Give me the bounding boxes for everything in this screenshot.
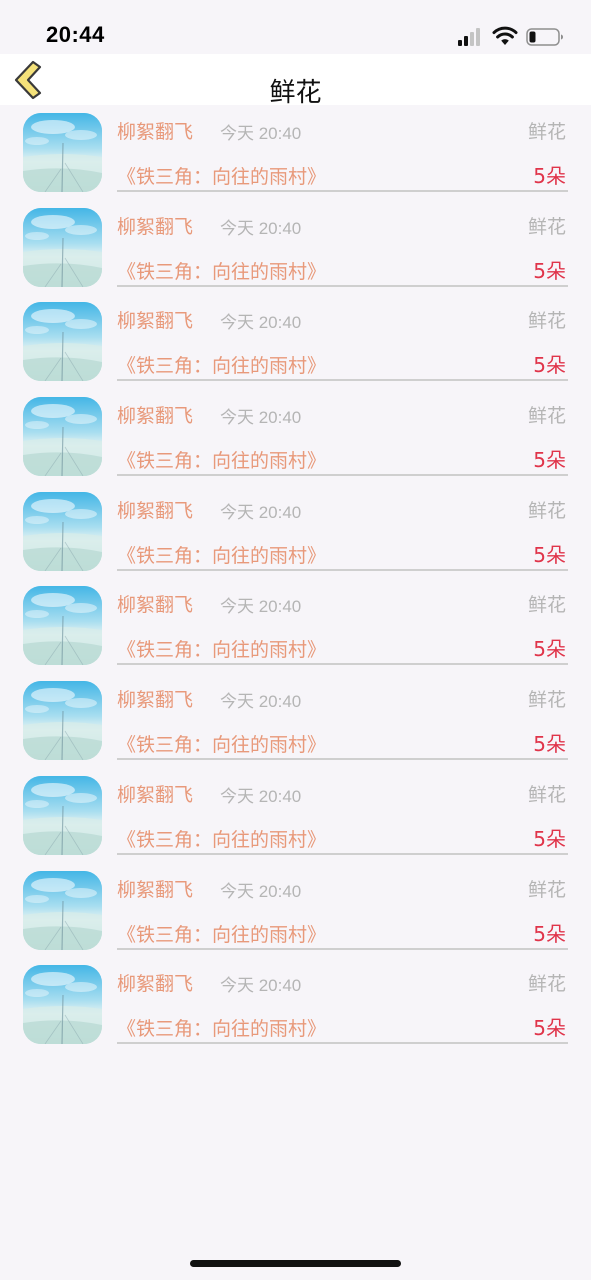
avatar <box>23 397 102 477</box>
gift-count: 5朵 <box>533 164 566 188</box>
book-title: 《铁三角：向往的雨村》 <box>117 355 327 378</box>
home-indicator <box>190 1260 401 1267</box>
timestamp: 今天 20:40 <box>220 597 302 617</box>
list-item[interactable]: 柳絮翻飞 今天 20:40 鲜花《铁三角：向往的雨村》 5朵 <box>0 768 591 863</box>
timestamp: 今天 20:40 <box>220 502 302 522</box>
gift-count: 5朵 <box>533 542 566 567</box>
book-title: 《铁三角：向往的雨村》 <box>117 734 327 757</box>
list-item[interactable]: 柳絮翻飞 今天 20:40 鲜花《铁三角：向往的雨村》 5朵 <box>0 578 591 673</box>
wifi-icon <box>492 26 518 45</box>
username: 柳絮翻飞 <box>117 499 194 522</box>
list-item[interactable]: 柳絮翻飞 今天 20:40 鲜花《铁三角：向往的雨村》 5朵 <box>0 294 591 389</box>
status-bar: 20:44 <box>0 0 591 54</box>
avatar <box>23 870 102 950</box>
gift-count: 5朵 <box>533 637 566 662</box>
username: 柳絮翻飞 <box>117 121 194 143</box>
timestamp: 今天 20:40 <box>220 692 302 712</box>
divider <box>117 947 568 950</box>
avatar <box>23 586 102 666</box>
avatar <box>23 681 102 761</box>
gift-count: 5朵 <box>533 921 566 946</box>
gift-type: 鲜花 <box>527 878 566 901</box>
divider <box>117 190 568 192</box>
timestamp: 今天 20:40 <box>220 313 302 333</box>
flower-record-list[interactable]: 柳絮翻飞 今天 20:40 鲜花 《铁三角：向往的雨村》 5朵 柳絮翻飞 今天 20:40 鲜… <box>0 105 591 1052</box>
gift-type: 鲜花 <box>527 405 566 428</box>
scenery-image <box>23 775 102 855</box>
gift-count: 5朵 <box>533 732 566 757</box>
book-title: 《铁三角：向往的雨村》 <box>117 639 327 662</box>
username: 柳絮翻飞 <box>117 689 194 712</box>
username: 柳絮翻飞 <box>117 310 194 333</box>
book-title: 《铁三角：向往的雨村》 <box>117 450 327 473</box>
divider <box>117 1042 568 1045</box>
divider <box>117 568 568 571</box>
book-title: 《铁三角：向往的雨村》 <box>117 1018 327 1041</box>
scenery-image <box>23 491 102 571</box>
list-item[interactable]: 柳絮翻飞 今天 20:40 鲜花《铁三角：向往的雨村》 5朵 <box>0 200 591 295</box>
avatar <box>23 775 102 855</box>
list-item[interactable]: 柳絮翻飞 今天 20:40 鲜花《铁三角：向往的雨村》 5朵 <box>0 957 591 1052</box>
divider <box>117 379 568 382</box>
gift-count: 5朵 <box>533 448 566 473</box>
username: 柳絮翻飞 <box>117 405 194 428</box>
username: 柳絮翻飞 <box>117 878 194 901</box>
divider <box>117 852 568 855</box>
status-time: 20:44 <box>46 22 105 47</box>
username: 柳絮翻飞 <box>117 973 194 996</box>
page-title: 鲜花 <box>269 78 322 108</box>
gift-type: 鲜花 <box>527 594 566 617</box>
username: 柳絮翻飞 <box>117 215 194 238</box>
scenery-image <box>23 870 102 950</box>
username: 柳絮翻飞 <box>117 783 194 806</box>
book-title: 《铁三角：向往的雨村》 <box>117 260 327 283</box>
avatar <box>23 302 102 382</box>
nav-bar: 鲜花 <box>0 54 591 108</box>
timestamp: 今天 20:40 <box>220 881 302 901</box>
gift-type: 鲜花 <box>527 121 566 143</box>
divider <box>117 474 568 477</box>
gift-count: 5朵 <box>533 353 566 378</box>
book-title: 《铁三角：向往的雨村》 <box>117 828 327 851</box>
timestamp: 今天 20:40 <box>220 976 302 996</box>
timestamp: 今天 20:40 <box>220 786 302 806</box>
gift-type: 鲜花 <box>527 310 566 333</box>
divider <box>117 663 568 666</box>
gift-type: 鲜花 <box>527 499 566 522</box>
gift-type: 鲜花 <box>527 689 566 712</box>
timestamp: 今天 20:40 <box>220 124 302 143</box>
battery-icon <box>526 28 563 46</box>
list-item[interactable]: 柳絮翻飞 今天 20:40 鲜花《铁三角：向往的雨村》 5朵 <box>0 105 591 200</box>
cellular-signal-icon <box>458 28 484 46</box>
scenery-image <box>23 207 102 287</box>
gift-type: 鲜花 <box>527 973 566 996</box>
scenery-image <box>23 302 102 382</box>
gift-count: 5朵 <box>533 1016 566 1041</box>
scenery-image <box>23 113 102 192</box>
book-title: 《铁三角：向往的雨村》 <box>117 544 327 567</box>
avatar <box>23 491 102 571</box>
gift-type: 鲜花 <box>527 783 566 806</box>
book-title: 《铁三角：向往的雨村》 <box>117 923 327 946</box>
gift-count: 5朵 <box>533 826 566 851</box>
scenery-image <box>23 965 102 1045</box>
list-item[interactable]: 柳絮翻飞 今天 20:40 鲜花《铁三角：向往的雨村》 5朵 <box>0 673 591 768</box>
divider <box>117 758 568 761</box>
timestamp: 今天 20:40 <box>220 218 302 238</box>
book-title: 《铁三角：向往的雨村》 <box>117 166 327 188</box>
list-item[interactable]: 柳絮翻飞 今天 20:40 鲜花《铁三角：向往的雨村》 5朵 <box>0 863 591 958</box>
list-item[interactable]: 柳絮翻飞 今天 20:40 鲜花《铁三角：向往的雨村》 5朵 <box>0 484 591 579</box>
scenery-image <box>23 397 102 477</box>
username: 柳絮翻飞 <box>117 594 194 617</box>
gift-count: 5朵 <box>533 258 566 283</box>
list-item[interactable]: 柳絮翻飞 今天 20:40 鲜花《铁三角：向往的雨村》 5朵 <box>0 389 591 484</box>
scenery-image <box>23 586 102 666</box>
avatar <box>23 965 102 1045</box>
avatar <box>23 113 102 192</box>
avatar <box>23 207 102 287</box>
gift-type: 鲜花 <box>527 215 566 238</box>
timestamp: 今天 20:40 <box>220 408 302 428</box>
divider <box>117 284 568 287</box>
scenery-image <box>23 681 102 761</box>
